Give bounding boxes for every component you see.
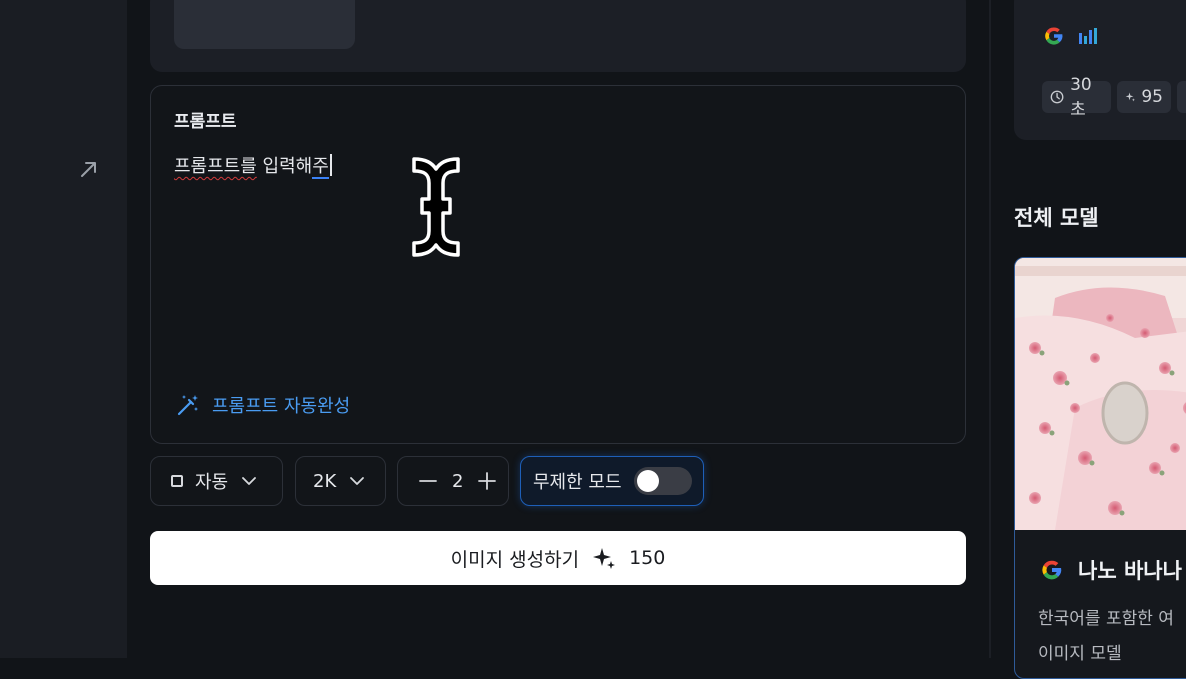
prompt-text-misspelled: 프롬프트를 — [174, 156, 257, 177]
aspect-ratio-label: 자동 — [195, 472, 229, 493]
credit-cost-label: 95 — [1141, 87, 1163, 107]
reference-image-card — [150, 0, 966, 72]
square-aspect-icon — [171, 475, 183, 487]
sparkle-icon — [593, 548, 616, 569]
autocomplete-label: 프롬프트 자동완성 — [212, 396, 351, 417]
resolution-dropdown[interactable]: 2K — [295, 456, 386, 506]
prompt-box[interactable]: 프롬프트 프롬프트를 입력해주 프롬프트 자동완성 — [150, 85, 966, 444]
generate-cost: 150 — [629, 547, 666, 569]
model-card-nano-banana[interactable]: 나노 바나나 한국어를 포함한 여 이미지 모델 — [1014, 257, 1186, 679]
generate-image-button[interactable]: 이미지 생성하기 150 — [150, 531, 966, 585]
credit-cost-badge: 95 — [1117, 81, 1171, 113]
minus-icon[interactable] — [418, 471, 438, 491]
extra-badge — [1177, 81, 1186, 113]
reference-image-thumbnail[interactable] — [174, 0, 355, 49]
chevron-down-icon — [242, 477, 257, 485]
google-logo-icon — [1042, 560, 1062, 580]
toggle-knob — [636, 470, 659, 492]
generation-time-label: 30초 — [1070, 74, 1092, 120]
prompt-text-composing: 주 — [312, 156, 329, 179]
aspect-ratio-dropdown[interactable]: 자동 — [150, 456, 283, 506]
all-models-title: 전체 모델 — [1014, 206, 1099, 230]
external-link-arrow-icon[interactable] — [78, 158, 100, 180]
chevron-down-icon — [350, 477, 365, 485]
unlimited-mode-label: 무제한 모드 — [533, 472, 622, 493]
prompt-autocomplete-button[interactable]: 프롬프트 자동완성 — [176, 392, 350, 418]
prompt-text-middle: 입력해 — [256, 156, 313, 177]
resolution-label: 2K — [313, 470, 337, 492]
image-count-value: 2 — [452, 470, 464, 492]
generate-button-label: 이미지 생성하기 — [450, 548, 580, 571]
model-description: 한국어를 포함한 여 이미지 모델 — [1038, 602, 1174, 672]
image-count-stepper[interactable]: 2 — [397, 456, 509, 506]
sparkle-icon — [1125, 92, 1135, 102]
left-rail — [0, 0, 127, 658]
plus-icon[interactable] — [477, 471, 497, 491]
text-caret — [329, 154, 332, 176]
text-cursor-ibeam-icon — [412, 157, 460, 257]
unlimited-mode-toggle[interactable] — [633, 467, 692, 495]
model-preview-image — [1015, 258, 1186, 530]
panel-divider — [989, 0, 991, 658]
prompt-label: 프롬프트 — [174, 112, 237, 132]
google-logo-icon — [1045, 27, 1063, 45]
magic-wand-icon — [177, 395, 198, 416]
model-description-line2: 이미지 모델 — [1038, 644, 1122, 664]
clock-icon — [1050, 90, 1064, 104]
unlimited-mode-control[interactable]: 무제한 모드 — [520, 456, 704, 506]
bar-chart-icon — [1079, 28, 1097, 44]
prompt-input[interactable]: 프롬프트를 입력해주 — [174, 152, 332, 179]
model-name: 나노 바나나 — [1078, 559, 1182, 583]
generation-time-badge: 30초 — [1042, 75, 1111, 120]
model-description-line1: 한국어를 포함한 여 — [1038, 609, 1174, 629]
